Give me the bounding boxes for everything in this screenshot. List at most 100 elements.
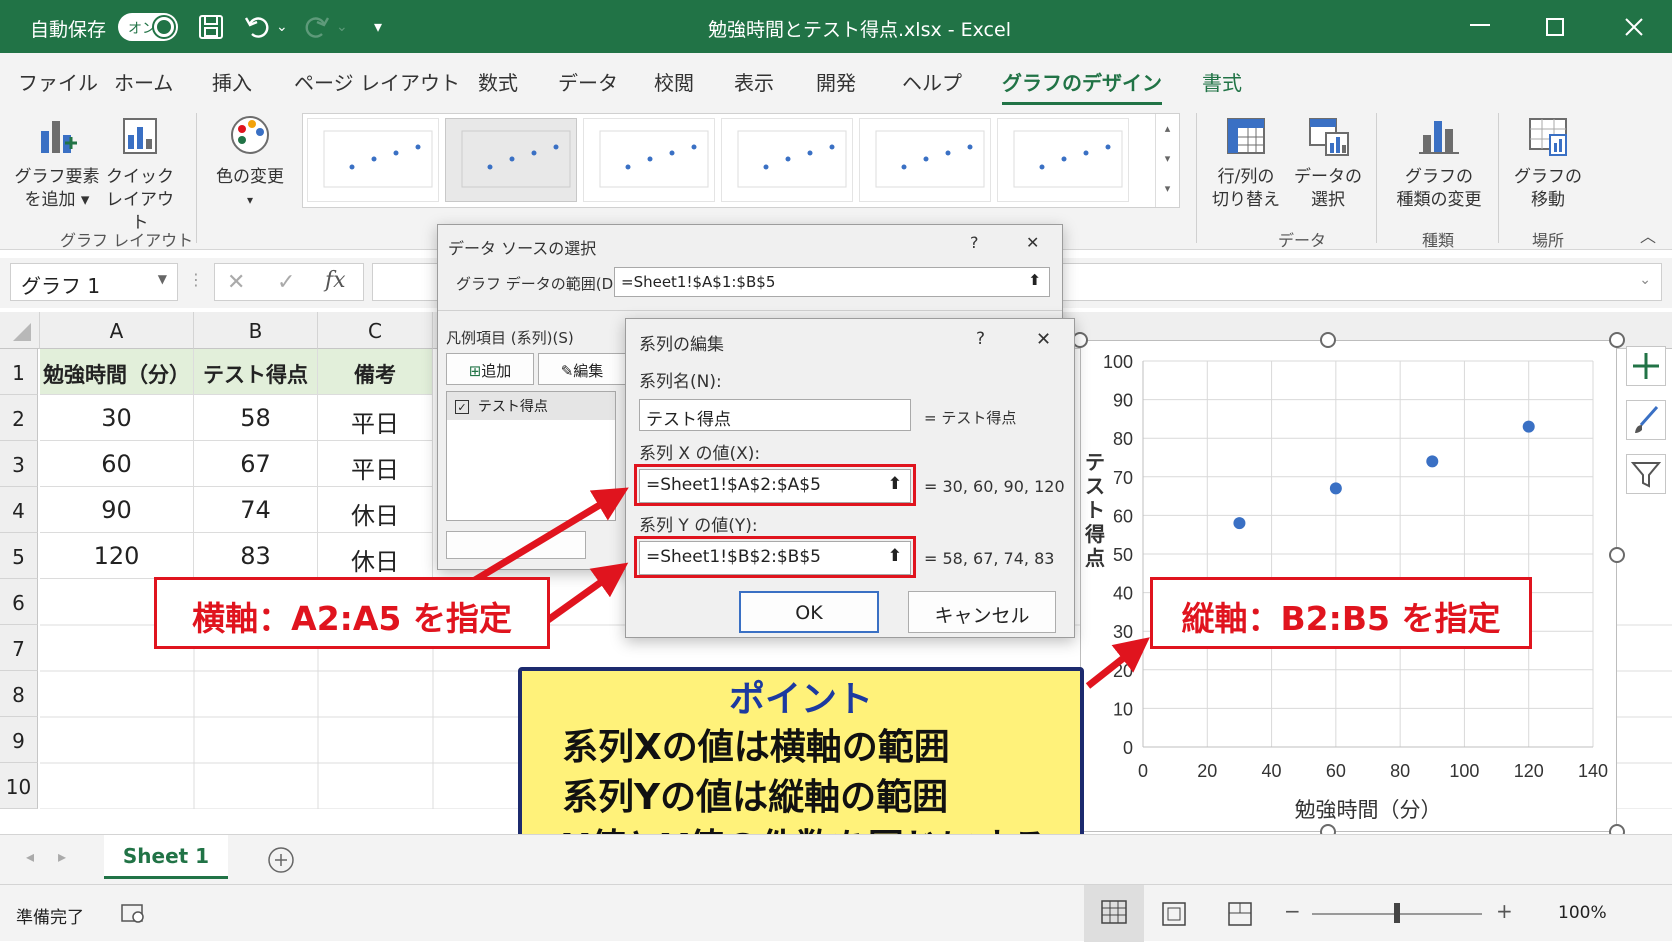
chart-handle-ne[interactable] [1609,332,1625,348]
column-header-a[interactable]: A [40,312,194,349]
select-data-button[interactable]: データの 選択 [1288,113,1368,212]
series-list[interactable]: ✓ テスト得点 [446,391,616,521]
checkbox-checked-icon[interactable]: ✓ [455,400,469,414]
chart-filters-button[interactable] [1626,454,1666,494]
cell-a4[interactable]: 90 [40,487,194,533]
enter-icon[interactable]: ✓ [277,270,295,295]
collapse-ribbon-icon[interactable]: ︿ [1640,223,1656,247]
collapse-dialog-icon[interactable]: ⬆ [1028,271,1041,289]
cell-c3[interactable]: 平日 [318,441,433,487]
switch-row-column-button[interactable]: 行/列の 切り替え [1206,113,1286,212]
tab-insert[interactable]: 挿入 [212,67,252,96]
cell-b5[interactable]: 83 [194,533,318,579]
zoom-in-icon[interactable]: + [1496,899,1513,923]
chart-style-6[interactable] [997,118,1129,202]
series-name-input[interactable]: テスト得点 [639,399,911,431]
chart-elements-button[interactable] [1626,346,1666,386]
tab-page-layout[interactable]: ページ レイアウト [294,67,460,96]
chart-style-4[interactable] [721,118,853,202]
change-chart-type-button[interactable]: グラフの 種類の変更 [1386,113,1492,212]
close-icon[interactable]: ✕ [1026,233,1039,252]
normal-view-button[interactable] [1084,885,1144,942]
autosave-toggle[interactable]: オン [118,13,178,41]
add-series-button[interactable]: ⊞追加 [446,353,534,385]
tab-formulas[interactable]: 数式 [478,67,518,96]
cell-b3[interactable]: 67 [194,441,318,487]
tab-developer[interactable]: 開発 [816,67,856,96]
row-header-10[interactable]: 10 [0,763,38,809]
sheet-tab-1[interactable]: Sheet 1 [104,835,228,879]
row-header-8[interactable]: 8 [0,671,38,717]
cell-c2[interactable]: 平日 [318,395,433,441]
gallery-scroll[interactable]: ▴ ▾ ▾ [1155,114,1179,207]
chart-style-1[interactable] [307,118,439,202]
accessibility-icon[interactable] [120,901,146,925]
cell-b1[interactable]: テスト得点 [194,349,318,395]
customize-qat-icon[interactable]: ▾ [374,17,382,36]
select-all-corner[interactable] [0,312,40,349]
zoom-out-icon[interactable]: − [1284,899,1301,923]
cell-b4[interactable]: 74 [194,487,318,533]
save-icon[interactable] [198,14,224,40]
cell-a1[interactable]: 勉強時間（分） [40,349,194,395]
column-header-c[interactable]: C [318,312,433,349]
cell-c1[interactable]: 備考 [318,349,433,395]
cell-a3[interactable]: 60 [40,441,194,487]
new-sheet-icon[interactable] [266,845,296,875]
tab-home[interactable]: ホーム [114,67,173,96]
zoom-slider-thumb[interactable] [1394,903,1400,923]
row-header-7[interactable]: 7 [0,625,38,671]
chart-handle-e[interactable] [1609,547,1625,563]
undo-icon[interactable] [244,14,270,40]
insert-function-icon[interactable]: fx [325,268,346,293]
page-break-view-icon[interactable] [1226,901,1254,927]
close-icon[interactable] [1624,17,1644,37]
chart-styles-button[interactable] [1626,400,1666,440]
chart-style-2[interactable] [445,118,577,202]
minimize-icon[interactable] [1470,24,1490,28]
cell-b2[interactable]: 58 [194,395,318,441]
tab-format[interactable]: 書式 [1202,67,1242,96]
cell-c5[interactable]: 休日 [318,533,433,579]
tab-chart-design[interactable]: グラフのデザイン [1002,67,1162,105]
undo-dropdown-icon[interactable]: ⌄ [276,19,288,35]
zoom-level[interactable]: 100% [1558,903,1607,923]
row-header-4[interactable]: 4 [0,487,38,533]
help-icon[interactable]: ? [976,329,985,349]
chart-handle-n[interactable] [1320,332,1336,348]
chart-range-input[interactable]: =Sheet1!$A$1:$B$5 ⬆ [614,267,1050,297]
help-icon[interactable]: ? [970,233,979,252]
row-header-2[interactable]: 2 [0,395,38,441]
row-header-9[interactable]: 9 [0,717,38,763]
tab-help[interactable]: ヘルプ [902,67,962,96]
expand-formula-icon[interactable]: ⌄ [1639,272,1651,288]
scroll-left-icon[interactable]: ◂ [26,847,34,866]
series-item[interactable]: ✓ テスト得点 [447,392,615,420]
chart-style-5[interactable] [859,118,991,202]
move-chart-button[interactable]: グラフの 移動 [1508,113,1588,212]
row-header-5[interactable]: 5 [0,533,38,579]
tab-file[interactable]: ファイル [18,67,98,96]
maximize-icon[interactable] [1546,18,1564,36]
cell-a5[interactable]: 120 [40,533,194,579]
tab-data[interactable]: データ [558,67,618,96]
chart-styles-gallery[interactable]: ▴ ▾ ▾ [302,113,1180,208]
tab-review[interactable]: 校閲 [654,67,694,96]
cancel-button[interactable]: キャンセル [908,591,1056,633]
page-layout-view-icon[interactable] [1160,901,1188,927]
cancel-icon[interactable]: ✕ [227,270,245,295]
ok-button[interactable]: OK [739,591,879,633]
row-header-6[interactable]: 6 [0,579,38,625]
edit-series-button[interactable]: ✎編集 [538,353,626,385]
row-header-1[interactable]: 1 [0,349,38,395]
column-header-b[interactable]: B [194,312,318,349]
close-icon[interactable]: ✕ [1036,329,1051,350]
name-box[interactable]: グラフ 1 ▼ [10,263,178,301]
scroll-right-icon[interactable]: ▸ [58,847,66,866]
row-header-3[interactable]: 3 [0,441,38,487]
cell-a2[interactable]: 30 [40,395,194,441]
change-colors-button[interactable]: 色の変更 ▾ [210,113,290,212]
add-chart-element-button[interactable]: グラフ要素 を追加 ▾ [14,113,100,212]
cell-c4[interactable]: 休日 [318,487,433,533]
tab-view[interactable]: 表示 [734,67,774,96]
